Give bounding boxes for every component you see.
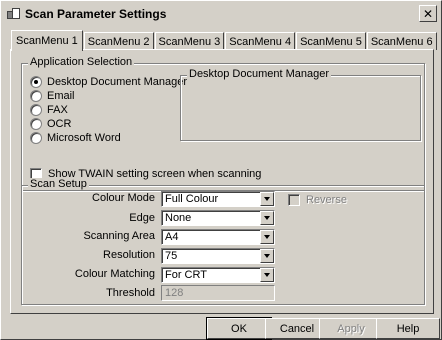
- application-description-group: Desktop Document Manager: [180, 68, 421, 141]
- scan-setup-group: Scan Setup Colour Mode Full Colour Rever…: [21, 178, 425, 305]
- resolution-value: 75: [165, 250, 178, 262]
- title-bar[interactable]: Scan Parameter Settings ✕: [3, 3, 439, 25]
- radio-button[interactable]: [30, 89, 42, 102]
- close-button[interactable]: ✕: [419, 5, 437, 22]
- tab-scanmenu-6[interactable]: ScanMenu 6: [366, 32, 437, 50]
- application-description-legend: Desktop Document Manager: [187, 68, 332, 80]
- scanning-area-value: A4: [165, 231, 179, 243]
- scan-parameter-settings-dialog: Scan Parameter Settings ✕ ScanMenu 1 Sca…: [0, 0, 442, 340]
- scan-setup-legend: Scan Setup: [28, 178, 89, 190]
- scanning-area-select[interactable]: A4: [161, 229, 275, 245]
- chevron-down-icon[interactable]: [260, 249, 274, 263]
- threshold-value: 128: [165, 287, 184, 299]
- ok-button[interactable]: OK: [206, 317, 272, 340]
- chevron-down-icon[interactable]: [260, 268, 274, 282]
- colour-mode-label: Colour Mode: [92, 192, 155, 204]
- application-selection-legend: Application Selection: [28, 56, 135, 68]
- chevron-down-icon[interactable]: [260, 192, 274, 206]
- help-button[interactable]: Help: [376, 318, 440, 339]
- radio-ocr[interactable]: OCR: [30, 117, 71, 130]
- radio-button[interactable]: [30, 131, 42, 144]
- radio-label: Email: [47, 89, 75, 102]
- tab-scanmenu-5[interactable]: ScanMenu 5: [296, 32, 366, 50]
- tab-panel: Application Selection Desktop Document M…: [10, 49, 434, 314]
- close-icon: ✕: [422, 6, 434, 21]
- radio-label: OCR: [47, 117, 72, 130]
- radio-label: FAX: [47, 103, 68, 116]
- colour-mode-value: Full Colour: [165, 193, 219, 205]
- radio-desktop-document-manager[interactable]: Desktop Document Manager: [30, 75, 187, 88]
- radio-fax[interactable]: FAX: [30, 103, 68, 116]
- reverse-checkbox-row[interactable]: Reverse: [288, 193, 347, 206]
- tab-scanmenu-1[interactable]: ScanMenu 1: [11, 30, 83, 51]
- colour-mode-select[interactable]: Full Colour: [161, 191, 275, 207]
- colour-matching-value: For CRT: [165, 269, 207, 281]
- edge-label: Edge: [129, 212, 155, 224]
- app-icon: [7, 7, 21, 21]
- radio-button[interactable]: [30, 103, 42, 116]
- window-title: Scan Parameter Settings: [25, 7, 167, 21]
- scanning-area-label: Scanning Area: [83, 230, 155, 242]
- threshold-label: Threshold: [106, 287, 155, 299]
- radio-button-checked[interactable]: [30, 75, 42, 88]
- reverse-label: Reverse: [306, 193, 347, 206]
- application-selection-group: Application Selection Desktop Document M…: [21, 56, 425, 191]
- tab-strip: ScanMenu 1 ScanMenu 2 ScanMenu 3 ScanMen…: [11, 30, 438, 51]
- radio-label: Microsoft Word: [47, 131, 121, 144]
- resolution-label: Resolution: [103, 249, 155, 261]
- colour-matching-label: Colour Matching: [74, 268, 155, 280]
- colour-matching-select[interactable]: For CRT: [161, 267, 275, 283]
- tab-scanmenu-2[interactable]: ScanMenu 2: [83, 32, 154, 50]
- radio-label: Desktop Document Manager: [47, 75, 188, 88]
- resolution-select[interactable]: 75: [161, 248, 275, 264]
- radio-email[interactable]: Email: [30, 89, 75, 102]
- reverse-checkbox[interactable]: [288, 193, 300, 206]
- apply-button[interactable]: Apply: [319, 318, 383, 339]
- tab-scanmenu-4[interactable]: ScanMenu 4: [225, 32, 296, 50]
- chevron-down-icon[interactable]: [260, 211, 274, 225]
- radio-button[interactable]: [30, 117, 42, 130]
- radio-microsoft-word[interactable]: Microsoft Word: [30, 131, 121, 144]
- threshold-input[interactable]: 128: [161, 285, 275, 301]
- tab-scanmenu-3[interactable]: ScanMenu 3: [154, 32, 225, 50]
- edge-select[interactable]: None: [161, 210, 275, 226]
- chevron-down-icon[interactable]: [260, 230, 274, 244]
- edge-value: None: [165, 212, 192, 224]
